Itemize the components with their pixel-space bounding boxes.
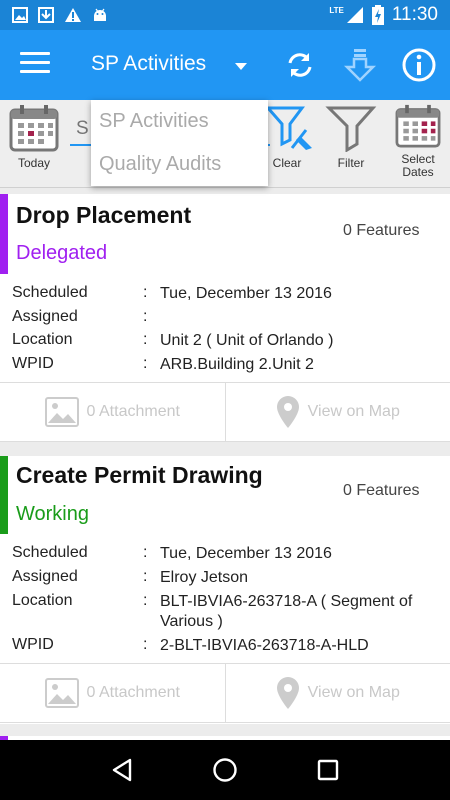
menu-icon[interactable] xyxy=(20,52,50,78)
network-type: LTE xyxy=(329,5,344,15)
attachment-label: 0 Attachment xyxy=(86,684,180,701)
activity-card[interactable]: Drop Placement 0 Features Delegated Sche… xyxy=(0,194,450,442)
field-value: BLT-IBVIA6-263718-A ( Segment of Various… xyxy=(160,593,413,630)
select-dates-button[interactable]: Select Dates xyxy=(390,104,446,179)
field-assigned: Assigned : xyxy=(12,308,450,326)
system-nav-bar xyxy=(0,740,450,800)
activity-card[interactable]: Create Permit Drawing 0 Features Working… xyxy=(0,456,450,724)
dropdown-option-quality-audits[interactable]: Quality Audits xyxy=(91,143,268,186)
field-assigned: Assigned : Elroy Jetson xyxy=(12,568,450,588)
field-label: WPID xyxy=(12,355,54,372)
field-value: Unit 2 ( Unit of Orlando ) xyxy=(160,332,334,349)
refresh-icon[interactable] xyxy=(282,47,318,83)
map-pin-icon xyxy=(276,677,299,709)
card-actions: 0 Attachment View on Map xyxy=(0,663,450,723)
field-colon: : xyxy=(143,331,148,348)
field-colon: : xyxy=(143,636,148,653)
funnel-broom-icon xyxy=(264,106,312,150)
gallery-notification-icon xyxy=(12,7,28,23)
field-value: Tue, December 13 2016 xyxy=(160,545,332,562)
field-label: Assigned xyxy=(12,568,78,585)
home-icon[interactable] xyxy=(210,755,240,785)
field-scheduled: Scheduled : Tue, December 13 2016 xyxy=(12,284,450,304)
card-title: Create Permit Drawing xyxy=(16,462,263,488)
today-label: Today xyxy=(17,156,51,170)
status-accent-bar xyxy=(0,194,8,274)
field-scheduled: Scheduled : Tue, December 13 2016 xyxy=(12,544,450,564)
view-on-map-button[interactable]: View on Map xyxy=(224,664,450,722)
list-separator xyxy=(0,442,450,456)
calendar-icon xyxy=(9,105,59,152)
funnel-icon xyxy=(325,106,377,153)
battery-charging-icon xyxy=(371,5,384,25)
status-bar: LTE 11:30 xyxy=(0,0,450,30)
field-value xyxy=(160,308,450,326)
status-label: Delegated xyxy=(16,242,108,264)
field-colon: : xyxy=(143,355,148,372)
field-colon: : xyxy=(143,592,148,609)
map-pin-icon xyxy=(276,396,299,428)
map-label: View on Map xyxy=(307,403,400,420)
status-label: Working xyxy=(16,503,89,525)
info-icon[interactable] xyxy=(401,47,437,83)
field-colon: : xyxy=(143,568,148,585)
warning-notification-icon xyxy=(65,8,81,22)
app-bar: SP Activities xyxy=(0,30,450,100)
title-dropdown: SP Activities Quality Audits xyxy=(91,100,268,186)
card-actions: 0 Attachment View on Map xyxy=(0,382,450,442)
app-title[interactable]: SP Activities xyxy=(91,52,206,76)
features-count: 0 Features xyxy=(343,482,420,499)
field-colon: : xyxy=(143,308,148,325)
android-notification-icon xyxy=(94,8,106,21)
attachment-button[interactable]: 0 Attachment xyxy=(0,383,225,441)
select-dates-label: Select Dates xyxy=(401,152,435,179)
field-label: Location xyxy=(12,331,73,348)
download-icon[interactable] xyxy=(342,47,378,83)
field-label: WPID xyxy=(12,636,54,653)
calendar-icon xyxy=(395,104,441,148)
field-wpid: WPID : ARB.Building 2.Unit 2 xyxy=(12,355,450,375)
download-notification-icon xyxy=(38,7,54,23)
clear-label: Clear xyxy=(272,156,302,170)
list-separator xyxy=(0,724,450,736)
status-accent-bar xyxy=(0,456,8,534)
field-colon: : xyxy=(143,284,148,301)
field-label: Scheduled xyxy=(12,544,88,561)
field-location: Location : Unit 2 ( Unit of Orlando ) xyxy=(12,331,450,351)
features-count: 0 Features xyxy=(343,222,420,239)
field-value: 2-BLT-IBVIA6-263718-A-HLD xyxy=(160,637,369,654)
field-location: Location : BLT-IBVIA6-263718-A ( Segment… xyxy=(12,592,450,632)
recents-icon[interactable] xyxy=(313,755,343,785)
filter-label: Filter xyxy=(337,156,365,170)
field-value: Elroy Jetson xyxy=(160,569,249,586)
view-on-map-button[interactable]: View on Map xyxy=(224,383,450,441)
dropdown-option-sp-activities[interactable]: SP Activities xyxy=(91,100,268,143)
field-colon: : xyxy=(143,544,148,561)
signal-icon xyxy=(346,7,363,23)
image-icon xyxy=(44,678,79,708)
field-value: Tue, December 13 2016 xyxy=(160,285,332,302)
card-title: Drop Placement xyxy=(16,202,192,228)
caret-down-icon[interactable] xyxy=(235,63,247,70)
field-value: ARB.Building 2.Unit 2 xyxy=(160,356,314,373)
back-icon[interactable] xyxy=(107,755,137,785)
filter-button[interactable]: Filter xyxy=(325,104,377,170)
attachment-button[interactable]: 0 Attachment xyxy=(0,664,225,722)
field-label: Scheduled xyxy=(12,284,88,301)
clear-button[interactable]: Clear xyxy=(262,104,312,170)
field-label: Location xyxy=(12,592,73,609)
image-icon xyxy=(44,397,79,427)
clock: 11:30 xyxy=(391,4,438,25)
today-button[interactable]: Today xyxy=(6,104,62,170)
field-label: Assigned xyxy=(12,308,78,325)
field-wpid: WPID : 2-BLT-IBVIA6-263718-A-HLD xyxy=(12,636,450,656)
map-label: View on Map xyxy=(307,684,400,701)
attachment-label: 0 Attachment xyxy=(86,403,180,420)
